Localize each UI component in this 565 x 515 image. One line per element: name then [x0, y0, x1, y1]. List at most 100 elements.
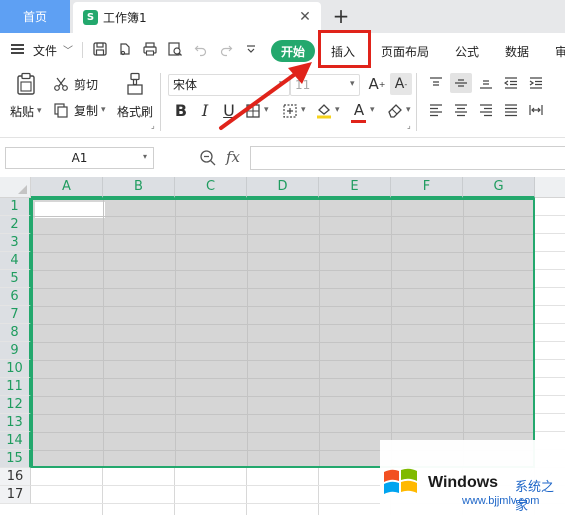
watermark-url: www.bjjmlv.com [462, 495, 540, 507]
title-bar: 首页 S 工作簿1 ✕ + [0, 0, 565, 33]
clear-dropdown-icon[interactable]: ▾ [406, 105, 411, 115]
increase-indent-icon[interactable] [527, 74, 545, 92]
align-left-icon[interactable] [427, 101, 445, 119]
column-header[interactable]: E [319, 177, 391, 198]
function-button[interactable]: fx [226, 148, 240, 166]
copy-icon[interactable] [53, 102, 69, 118]
column-header[interactable]: D [247, 177, 319, 198]
increase-font-icon[interactable]: A + [367, 74, 387, 94]
name-box[interactable]: A1 [5, 147, 154, 169]
underline-button[interactable]: U [220, 100, 238, 120]
align-right-icon[interactable] [477, 101, 495, 119]
hamburger-menu-icon[interactable] [11, 44, 24, 54]
redo-icon[interactable] [218, 41, 234, 57]
font-color-button[interactable]: A [350, 100, 368, 120]
fill-color-icon[interactable] [314, 100, 334, 120]
undo-icon[interactable] [193, 41, 209, 57]
distributed-align-icon[interactable] [527, 101, 545, 119]
font-size-dropdown-icon[interactable]: ▾ [350, 79, 355, 89]
row-header[interactable]: 16 [0, 468, 31, 486]
row-header[interactable]: 9 [0, 342, 31, 360]
menu-divider [82, 42, 83, 58]
row-header[interactable]: 2 [0, 216, 31, 234]
italic-button[interactable]: I [196, 100, 214, 120]
fill-color-dropdown-icon[interactable]: ▾ [335, 105, 340, 115]
eraser-icon[interactable] [385, 100, 405, 120]
format-painter-icon[interactable] [123, 71, 147, 97]
font-color-dropdown-icon[interactable]: ▾ [370, 105, 375, 115]
format-painter-button[interactable]: 格式刷 [117, 103, 153, 120]
row-header[interactable]: 17 [0, 486, 31, 504]
column-header[interactable]: B [103, 177, 175, 198]
tab-review[interactable]: 审 [555, 43, 565, 60]
align-middle-icon[interactable] [450, 73, 472, 93]
chevron-down-icon[interactable]: ﹀ [63, 42, 73, 57]
row-header[interactable]: 7 [0, 306, 31, 324]
select-all-corner[interactable] [0, 177, 31, 198]
grid-line [463, 200, 464, 466]
font-family-select[interactable]: 宋体 [168, 74, 290, 96]
copy-dropdown-icon[interactable]: ▾ [101, 105, 106, 115]
scissors-icon[interactable] [53, 76, 69, 92]
customize-toolbar-icon[interactable] [243, 41, 259, 57]
zoom-icon[interactable] [199, 149, 217, 170]
paste-dropdown-icon[interactable]: ▾ [37, 106, 42, 116]
grid-line [33, 270, 533, 271]
cut-button[interactable]: 剪切 [74, 76, 98, 93]
menu-bar: 文件 ﹀ 开始 插入 页面布局 公式 数据 审 [0, 33, 565, 67]
copy-button[interactable]: 复制 [74, 102, 98, 119]
cell-style-dropdown-icon[interactable]: ▾ [301, 105, 306, 115]
tab-data[interactable]: 数据 [505, 43, 529, 60]
align-center-icon[interactable] [452, 101, 470, 119]
bold-button[interactable]: B [172, 100, 190, 120]
tab-formula[interactable]: 公式 [455, 43, 479, 60]
row-header[interactable]: 10 [0, 360, 31, 378]
home-tab[interactable]: 首页 [0, 0, 70, 33]
align-top-icon[interactable] [427, 74, 445, 92]
workbook-tab[interactable]: S 工作簿1 ✕ [73, 2, 321, 33]
decrease-font-icon[interactable]: A- [390, 73, 412, 95]
row-header[interactable]: 5 [0, 270, 31, 288]
tab-start[interactable]: 开始 [271, 40, 315, 62]
paste-icon[interactable] [14, 71, 38, 97]
paste-button[interactable]: 粘贴 [10, 103, 34, 120]
close-tab-icon[interactable]: ✕ [297, 9, 313, 25]
workbook-tab-label: 工作簿1 [103, 11, 147, 25]
row-header[interactable]: 15 [0, 450, 31, 468]
row-header[interactable]: 8 [0, 324, 31, 342]
column-header[interactable]: F [391, 177, 463, 198]
selected-range[interactable] [31, 198, 535, 468]
clipboard-expand-icon[interactable]: ⌟ [151, 121, 155, 130]
ribbon-divider [416, 73, 417, 131]
column-header[interactable]: G [463, 177, 535, 198]
decrease-indent-icon[interactable] [502, 74, 520, 92]
formula-input[interactable] [250, 146, 565, 170]
row-header[interactable]: 13 [0, 414, 31, 432]
align-bottom-icon[interactable] [477, 74, 495, 92]
tab-page-layout[interactable]: 页面布局 [381, 43, 429, 60]
font-color-swatch [351, 120, 366, 123]
row-header[interactable]: 4 [0, 252, 31, 270]
justify-icon[interactable] [502, 101, 520, 119]
column-header[interactable]: C [175, 177, 247, 198]
print-icon[interactable] [142, 41, 158, 57]
file-menu[interactable]: 文件 [33, 42, 57, 59]
row-header[interactable]: 3 [0, 234, 31, 252]
column-header[interactable]: A [31, 177, 103, 198]
row-header[interactable]: 12 [0, 396, 31, 414]
borders-dropdown-icon[interactable]: ▾ [264, 105, 269, 115]
row-header[interactable]: 14 [0, 432, 31, 450]
cell-style-icon[interactable] [280, 102, 300, 120]
row-header[interactable]: 11 [0, 378, 31, 396]
font-family-dropdown-icon[interactable]: ▾ [279, 79, 284, 89]
row-header[interactable]: 1 [0, 198, 31, 216]
grid-line [33, 360, 533, 361]
save-icon[interactable] [92, 41, 108, 57]
export-icon[interactable] [117, 41, 133, 57]
name-box-dropdown-icon[interactable]: ▾ [143, 152, 147, 161]
font-expand-icon[interactable]: ⌟ [407, 121, 411, 130]
print-preview-icon[interactable] [167, 41, 183, 57]
borders-icon[interactable] [243, 102, 263, 120]
row-header[interactable]: 6 [0, 288, 31, 306]
new-tab-button[interactable]: + [330, 4, 352, 28]
